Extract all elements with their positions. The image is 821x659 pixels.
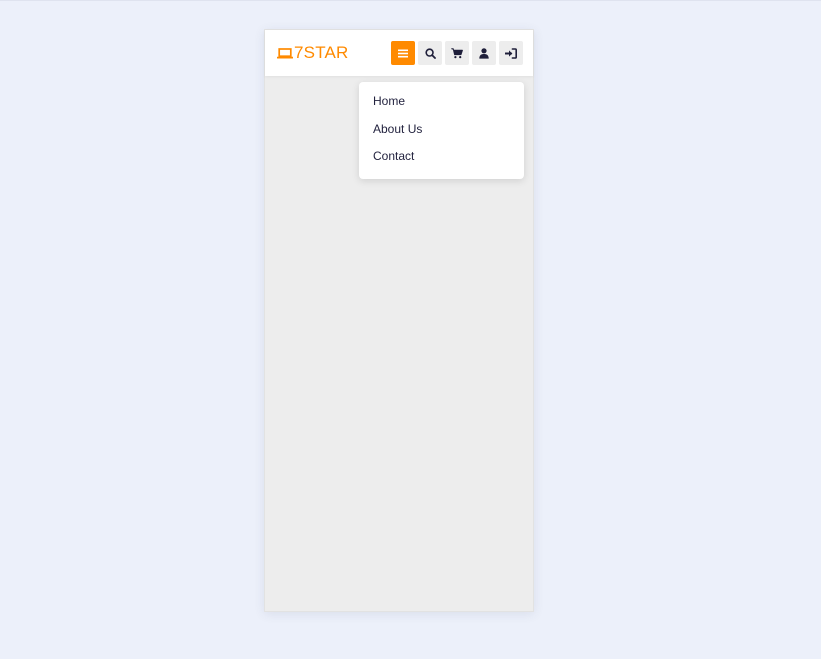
site-header: 7STAR bbox=[265, 30, 533, 76]
menu-item-contact[interactable]: Contact bbox=[359, 145, 524, 173]
nav-dropdown-menu: Home About Us Contact bbox=[359, 82, 524, 179]
menu-toggle-button[interactable] bbox=[391, 41, 415, 65]
search-icon bbox=[424, 47, 436, 59]
cart-button[interactable] bbox=[445, 41, 469, 65]
menu-item-about-us[interactable]: About Us bbox=[359, 118, 524, 146]
header-toolbar bbox=[391, 41, 523, 65]
user-icon bbox=[479, 47, 489, 59]
top-divider bbox=[0, 0, 821, 1]
laptop-icon bbox=[277, 46, 293, 60]
hamburger-menu-icon bbox=[398, 49, 408, 58]
mobile-viewport: 7STAR Home About Us Contact bbox=[264, 29, 534, 612]
login-button[interactable] bbox=[499, 41, 523, 65]
brand-logo[interactable]: 7STAR bbox=[277, 42, 349, 64]
search-button[interactable] bbox=[418, 41, 442, 65]
brand-name: 7STAR bbox=[294, 43, 349, 62]
cart-icon bbox=[451, 47, 463, 59]
menu-item-home[interactable]: Home bbox=[359, 90, 524, 118]
sign-in-icon bbox=[505, 47, 517, 59]
account-button[interactable] bbox=[472, 41, 496, 65]
